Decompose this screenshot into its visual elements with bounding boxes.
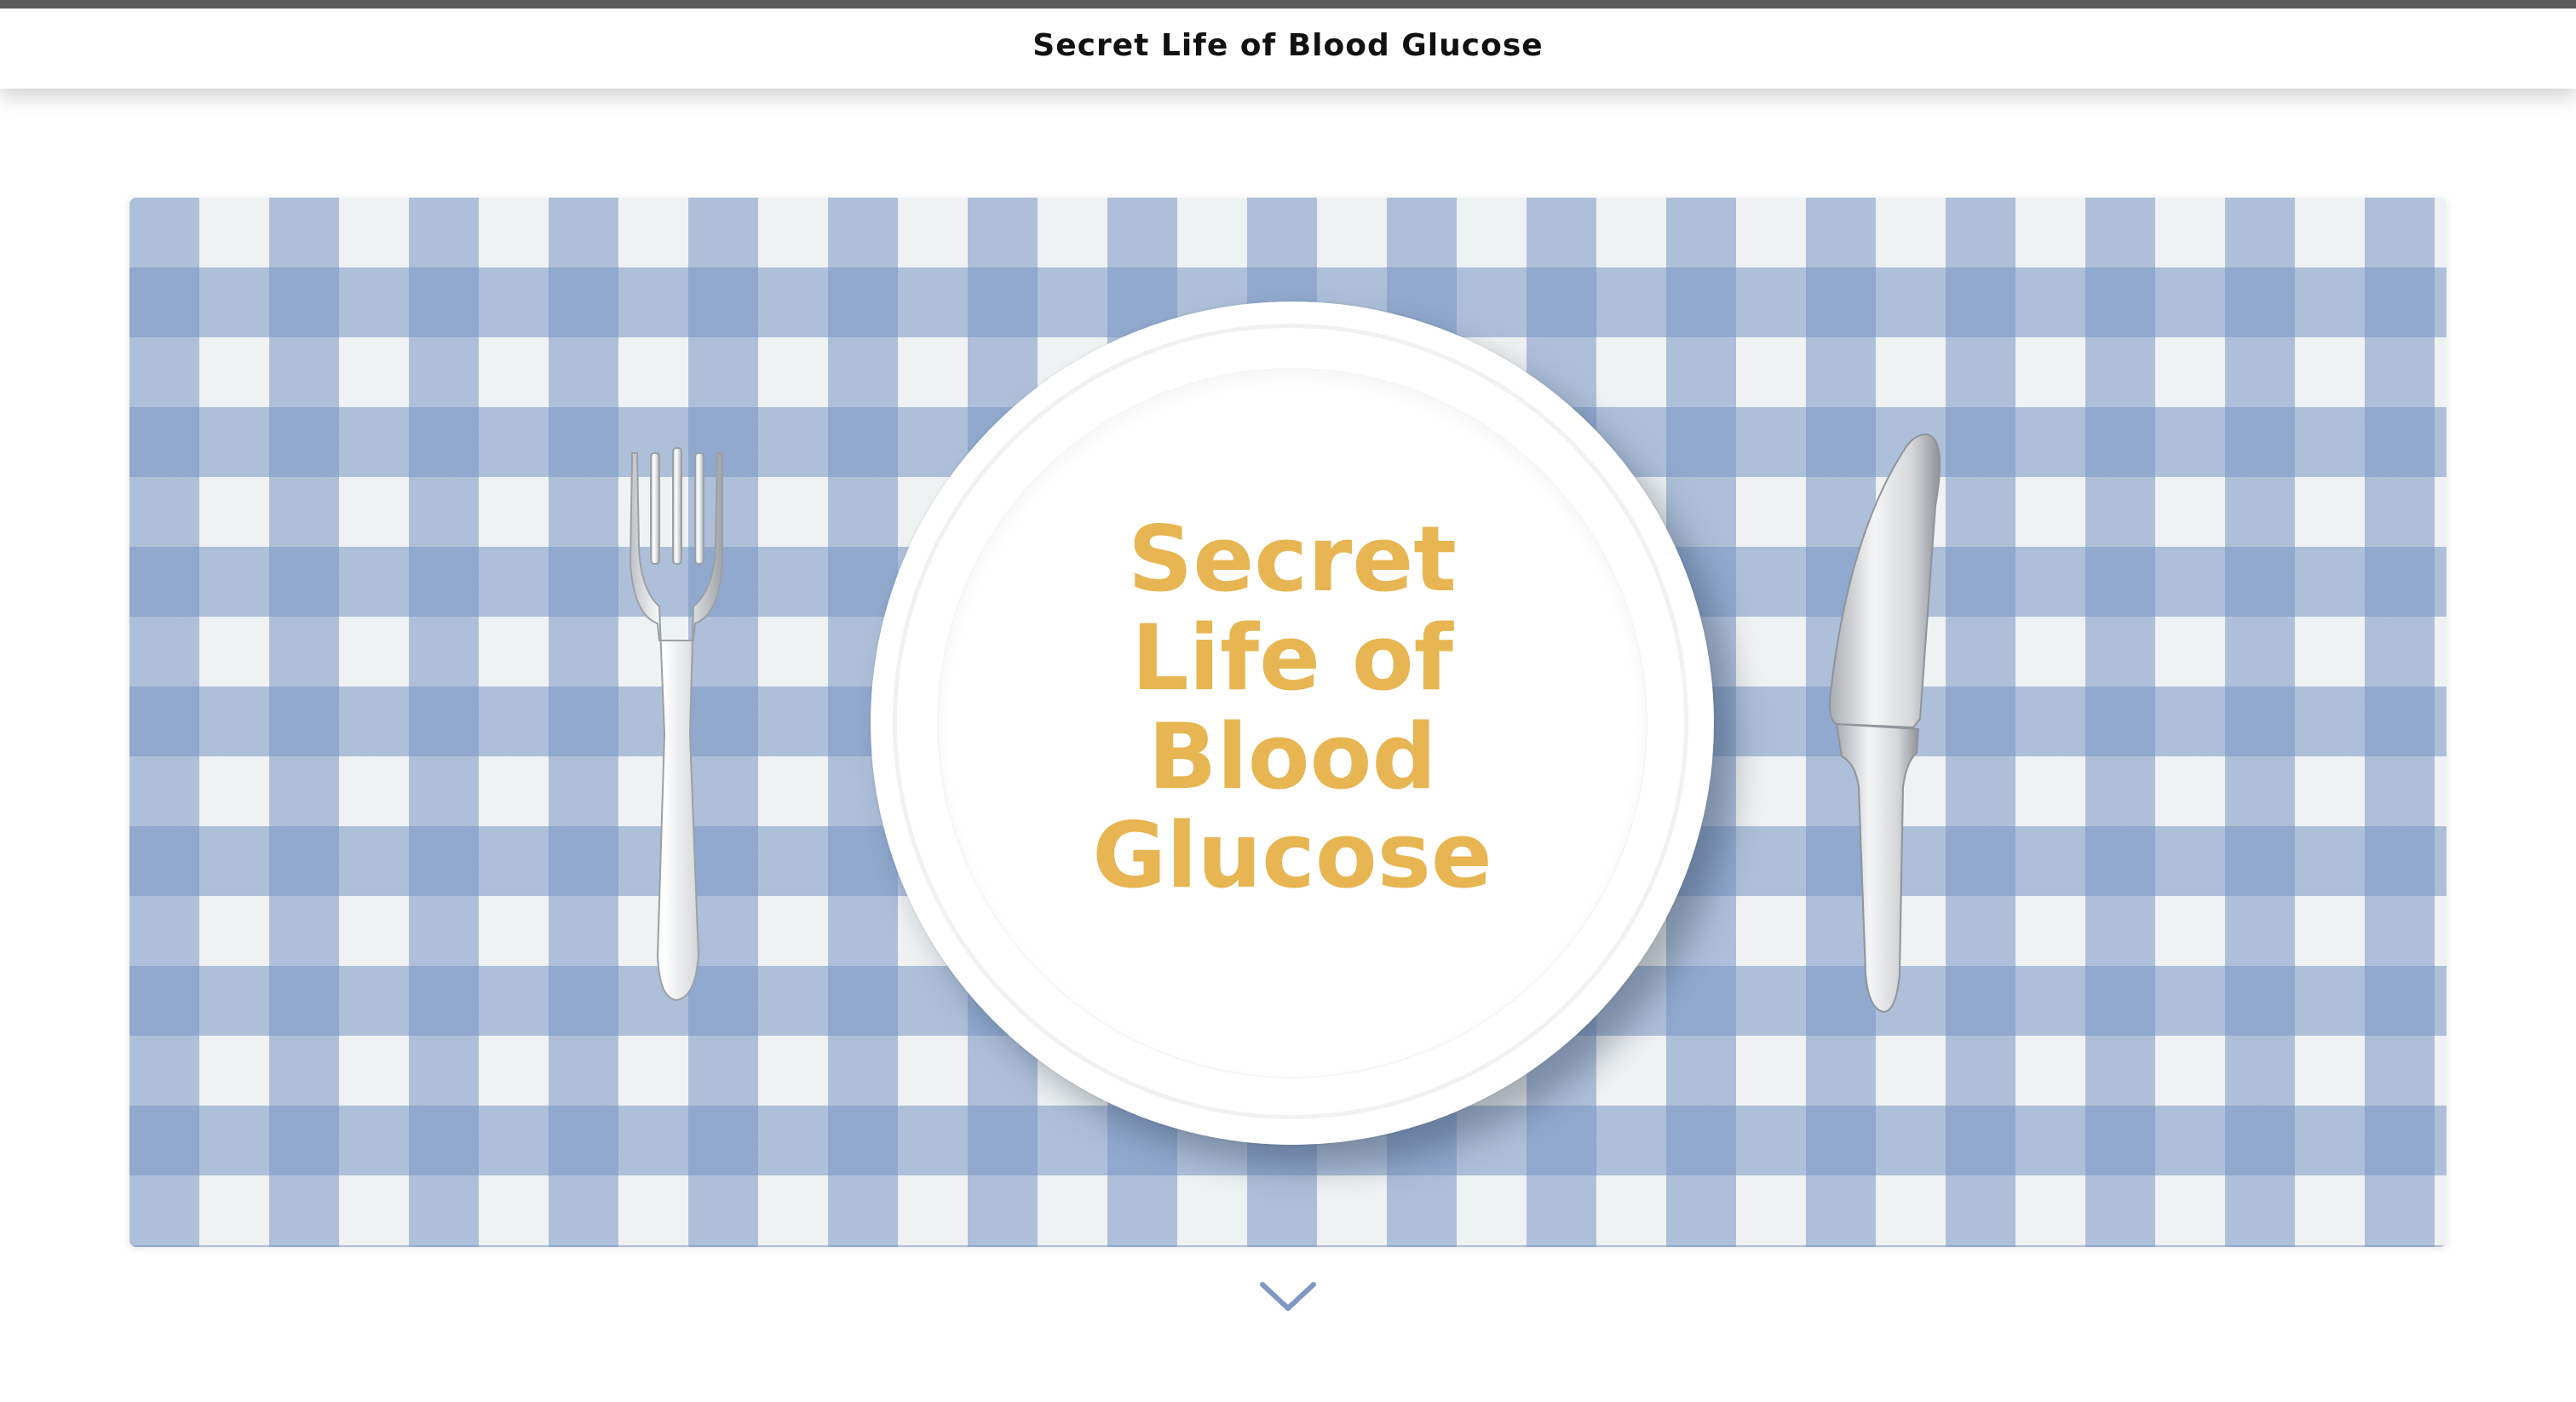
dinner-plate: Secret Life of Blood Glucose xyxy=(871,302,1714,1145)
top-nav-bar: Secret Life of Blood Glucose xyxy=(0,0,2576,89)
knife-icon xyxy=(1829,433,1941,1014)
site-title[interactable]: Secret Life of Blood Glucose xyxy=(1032,28,1543,63)
plate-center: Secret Life of Blood Glucose xyxy=(939,370,1646,1077)
hero-title: Secret Life of Blood Glucose xyxy=(1092,507,1492,908)
fork-icon xyxy=(629,447,723,1002)
chevron-down-icon[interactable] xyxy=(1257,1278,1319,1315)
hero-tablecloth: Secret Life of Blood Glucose xyxy=(129,198,2447,1247)
